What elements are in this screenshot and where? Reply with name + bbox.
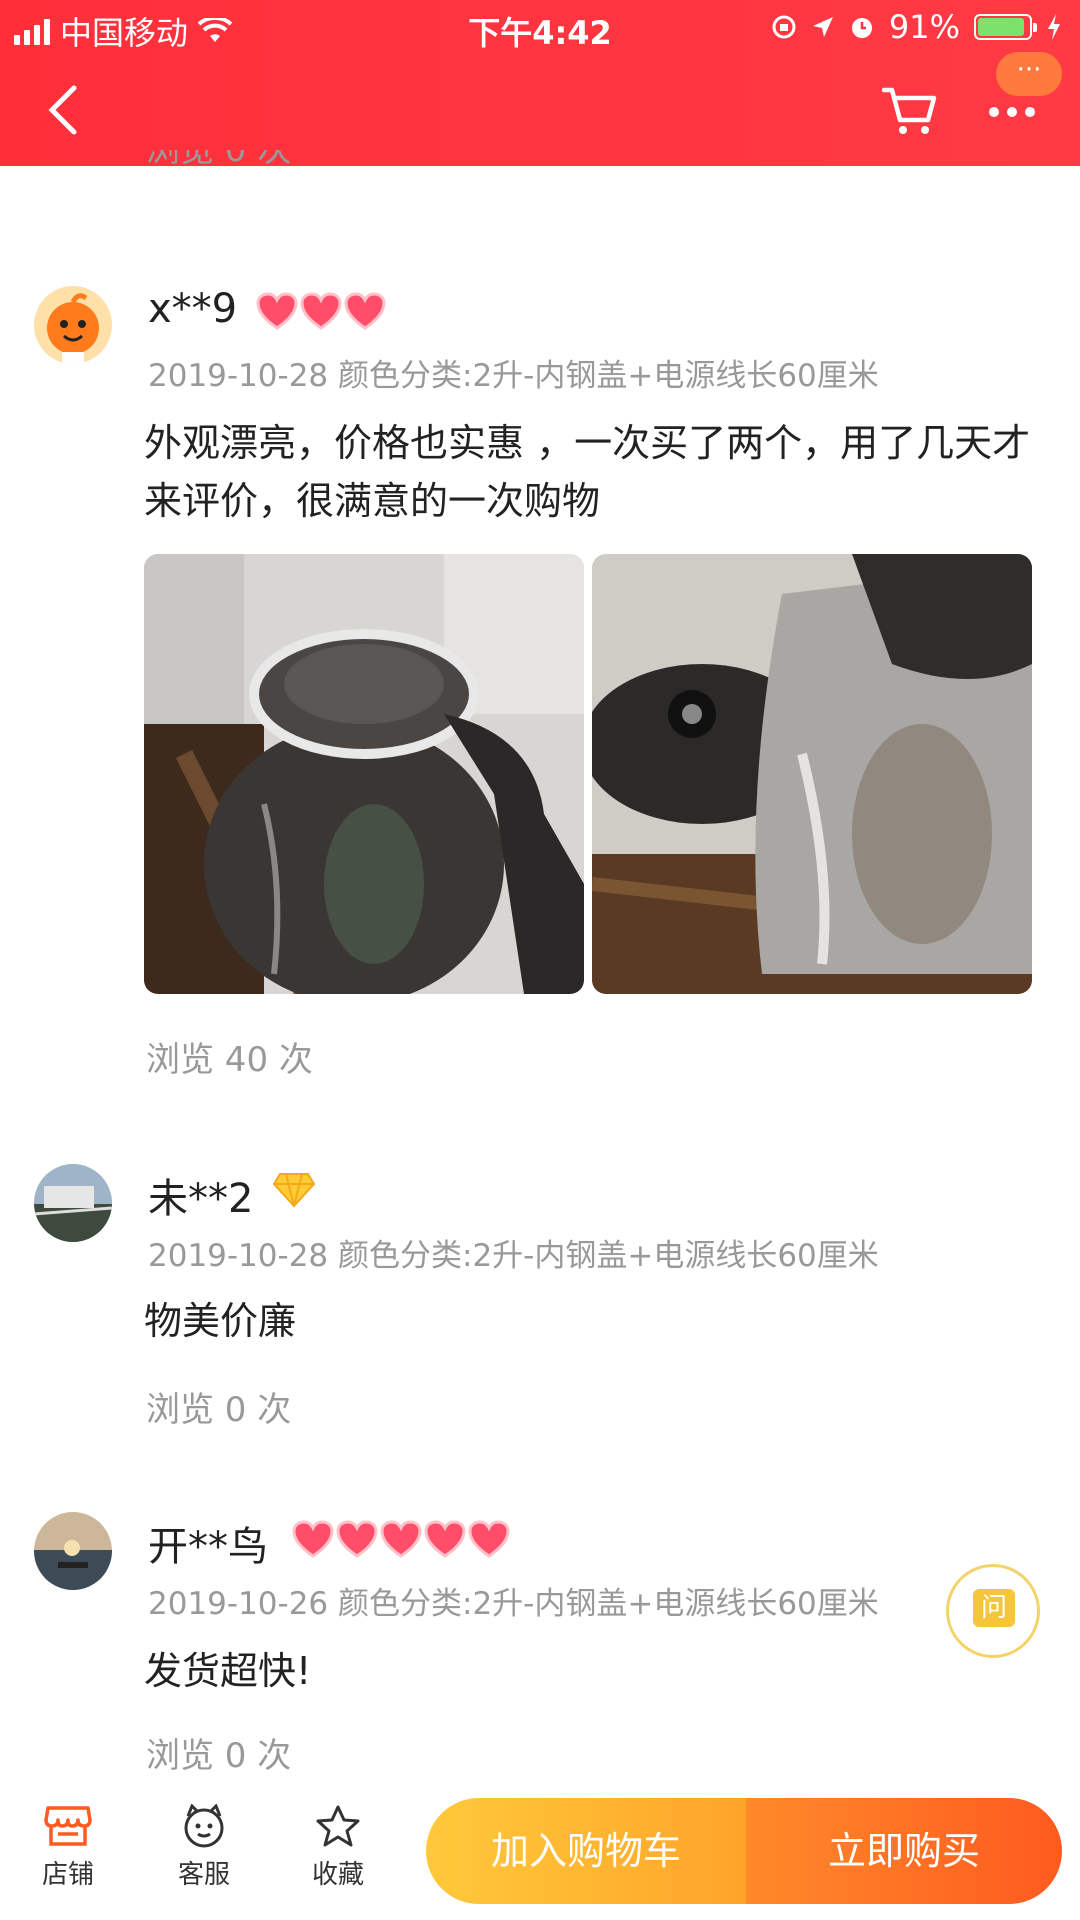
- bottom-action-bar: 店铺 客服 收藏 加入购物车 立即购买: [0, 1780, 1080, 1920]
- kettle-photo-1: [144, 554, 584, 994]
- review-text: 物美价廉: [144, 1299, 297, 1343]
- landscape-avatar-icon: [34, 1164, 112, 1242]
- heart-icon: [380, 1520, 422, 1558]
- top-header: 中国移动 下午4:42 91% ···: [0, 0, 1080, 166]
- review-text: 发货超快!: [144, 1649, 312, 1693]
- avatar[interactable]: [34, 1164, 112, 1242]
- review-photo[interactable]: [144, 554, 584, 994]
- customer-service-tab[interactable]: 客服: [144, 1804, 264, 1891]
- store-tab[interactable]: 店铺: [8, 1804, 128, 1891]
- store-icon: [44, 1806, 92, 1846]
- heart-icon: [336, 1520, 378, 1558]
- favorite-label: 收藏: [311, 1860, 364, 1890]
- view-count: 浏览 40 次: [146, 1040, 313, 1080]
- review-text: 外观漂亮，价格也实惠 ，一次买了两个，用了几天才来评价，很满意的一次购物: [144, 421, 1031, 523]
- avatar[interactable]: [34, 1512, 112, 1590]
- nav-bar: [0, 66, 1080, 156]
- review-meta: 2019-10-28 颜色分类:2升-内钢盖+电源线长60厘米: [148, 358, 879, 394]
- member-level-hearts: [256, 292, 386, 330]
- member-level-hearts: [292, 1520, 510, 1558]
- view-count: 浏览 0 次: [146, 1736, 292, 1776]
- username: x**9: [148, 286, 238, 332]
- store-label: 店铺: [41, 1860, 94, 1890]
- more-options-icon[interactable]: [986, 92, 1038, 132]
- favorite-tab[interactable]: 收藏: [278, 1804, 398, 1891]
- battery-icon: [974, 14, 1037, 40]
- cart-icon[interactable]: [880, 80, 940, 140]
- rotation-lock-icon: [772, 15, 796, 39]
- heart-icon: [292, 1520, 334, 1558]
- status-bar: 中国移动 下午4:42 91%: [0, 0, 1080, 54]
- previous-view-count: 浏览 0 次: [146, 150, 292, 170]
- charging-icon: [1048, 14, 1060, 40]
- star-icon: [316, 1805, 360, 1847]
- service-icon: [184, 1804, 224, 1848]
- alarm-icon: [851, 18, 872, 38]
- ask-question-button[interactable]: 问: [946, 1564, 1040, 1658]
- message-badge[interactable]: ···: [996, 52, 1062, 96]
- username: 未**2: [148, 1176, 254, 1222]
- avatar[interactable]: [34, 286, 112, 364]
- heart-icon: [300, 292, 342, 330]
- battery-percent: 91%: [888, 8, 960, 46]
- heart-icon: [468, 1520, 510, 1558]
- buy-now-button[interactable]: 立即购买: [746, 1798, 1062, 1904]
- mascot-avatar-icon: [34, 286, 112, 364]
- back-arrow-icon[interactable]: [44, 84, 84, 136]
- location-icon: [812, 17, 833, 37]
- ask-icon: 问: [973, 1589, 1015, 1627]
- heart-icon: [424, 1520, 466, 1558]
- review-photo[interactable]: [592, 554, 1032, 994]
- service-label: 客服: [177, 1860, 230, 1890]
- kettle-photo-2: [592, 554, 1032, 994]
- view-count: 浏览 0 次: [146, 1390, 292, 1430]
- review-meta: 2019-10-28 颜色分类:2升-内钢盖+电源线长60厘米: [148, 1238, 879, 1274]
- heart-icon: [344, 292, 386, 330]
- review-meta: 2019-10-26 颜色分类:2升-内钢盖+电源线长60厘米: [148, 1586, 879, 1622]
- heart-icon: [256, 292, 298, 330]
- username: 开**鸟: [148, 1524, 268, 1570]
- diamond-icon: [272, 1173, 316, 1208]
- add-to-cart-button[interactable]: 加入购物车: [426, 1798, 746, 1904]
- sunset-avatar-icon: [34, 1512, 112, 1590]
